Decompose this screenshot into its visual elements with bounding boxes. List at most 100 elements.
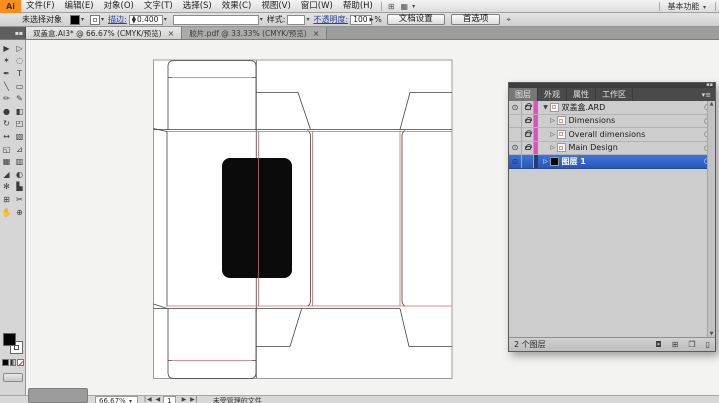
tool-line-segment[interactable]: ╲ — [0, 80, 13, 93]
tool-blob-brush[interactable]: ● — [0, 105, 13, 118]
visibility-toggle[interactable]: ⊙ — [509, 101, 522, 114]
bridge-icon[interactable]: ⊞ — [385, 2, 398, 11]
visibility-toggle[interactable]: ⊙ — [509, 128, 522, 141]
expand-arrow-icon[interactable]: ▼ — [542, 104, 550, 111]
arrange-documents-icon[interactable]: ▦ — [398, 2, 412, 11]
tool-artboard[interactable]: ⊞ — [0, 193, 13, 206]
layer-row[interactable]: ⊙ ▼ 双盖盒.ARD ○ — [509, 101, 715, 115]
expand-arrow-icon[interactable]: ▷ — [549, 144, 557, 151]
artboard-nav-prev[interactable]: |◀ ◀ — [144, 396, 161, 403]
tool-free-transform[interactable]: ▧ — [13, 130, 26, 143]
screen-mode-button[interactable] — [3, 373, 23, 382]
artboard-nav-input[interactable]: 1 — [163, 396, 175, 403]
gradient-mode-button[interactable] — [10, 359, 17, 366]
close-icon[interactable]: × — [313, 29, 320, 38]
opacity-stepper-icon[interactable]: ▶ — [370, 18, 374, 22]
variable-width-arrow-icon[interactable]: ▾ — [260, 16, 263, 23]
style-arrow-icon[interactable]: ▾ — [306, 16, 309, 23]
align-icon[interactable]: ⌖ — [503, 15, 514, 25]
stroke-color-swatch[interactable] — [90, 15, 100, 25]
stroke-weight-arrow-icon[interactable]: ▾ — [164, 16, 167, 23]
fill-color-swatch[interactable] — [70, 15, 80, 25]
tool-gradient[interactable]: ▥ — [13, 155, 26, 168]
zoom-level-select[interactable]: 66.67% ▾ — [95, 396, 138, 403]
layer-row[interactable]: ⊙ ▷ Dimensions ○ — [509, 115, 715, 129]
lock-toggle[interactable] — [522, 155, 534, 168]
fill-color-arrow-icon[interactable]: ▾ — [81, 16, 84, 23]
close-icon[interactable]: × — [168, 29, 175, 38]
document-setup-button[interactable]: 文档设置 — [387, 14, 445, 25]
tab-workspace[interactable]: 工作区 — [596, 88, 633, 101]
stroke-color-arrow-icon[interactable]: ▾ — [101, 16, 104, 23]
new-layer-button[interactable]: ❐ — [688, 340, 695, 349]
layer-row[interactable]: ⊙ ▷ Main Design ○ — [509, 142, 715, 156]
stroke-panel-link[interactable]: 描边: — [108, 14, 127, 25]
color-mode-button[interactable] — [2, 359, 9, 366]
menu-object[interactable]: 对象(O) — [99, 0, 139, 12]
tool-perspective-grid[interactable]: ⊿ — [13, 143, 26, 156]
visibility-toggle[interactable]: ⊙ — [509, 155, 522, 168]
tool-eyedropper[interactable]: ◢ — [0, 168, 13, 181]
tool-shape-builder[interactable]: ◱ — [0, 143, 13, 156]
new-sublayer-button[interactable]: ⊞ — [672, 340, 679, 349]
preferences-button[interactable]: 首选项 — [451, 14, 501, 25]
tool-eraser[interactable]: ◧ — [13, 105, 26, 118]
menu-file[interactable]: 文件(F) — [21, 0, 60, 12]
opacity-link[interactable]: 不透明度: — [313, 14, 348, 25]
tool-slice[interactable]: ✂ — [13, 193, 26, 206]
tab-layers[interactable]: 图层 — [509, 88, 538, 101]
fill-swatch[interactable] — [3, 333, 16, 346]
panel-menu-icon[interactable]: ▾≡ — [698, 88, 715, 101]
document-tab-inactive[interactable]: 胶片.pdf @ 33.33% (CMYK/预览) × — [182, 27, 327, 39]
artboard-nav-next[interactable]: ▶ ▶| — [182, 396, 199, 403]
panel-scrollbar[interactable]: ▲ ▼ — [707, 101, 715, 337]
opacity-input[interactable]: 100 ▶ — [350, 15, 372, 25]
tool-zoom[interactable]: ⊕ — [13, 206, 26, 219]
tool-lasso[interactable]: ◌ — [13, 55, 26, 68]
stroke-weight-stepper-icon[interactable]: ▲▼ — [132, 16, 136, 24]
tool-hand[interactable]: ✋ — [0, 206, 13, 219]
workspace-switcher[interactable]: 基本功能 ▾ — [663, 1, 712, 12]
tool-type[interactable]: T — [13, 67, 26, 80]
menu-view[interactable]: 视图(V) — [256, 0, 295, 12]
toolbar-collapse-button[interactable]: ▪▪ — [0, 27, 26, 39]
menu-help[interactable]: 帮助(H) — [338, 0, 378, 12]
tool-direct-selection[interactable]: ▷ — [13, 42, 26, 55]
lock-toggle[interactable] — [522, 101, 534, 114]
stroke-weight-input[interactable]: ▲▼ 0.400 — [129, 15, 163, 25]
make-clipping-mask-button[interactable]: ◘ — [655, 340, 661, 349]
document-tab-active[interactable]: 双盖盒.AI3* @ 66.67% (CMYK/预览) × — [26, 27, 182, 39]
tab-appearance[interactable]: 外观 — [538, 88, 567, 101]
tool-width[interactable]: ↔ — [0, 130, 13, 143]
tool-column-graph[interactable]: ▙ — [13, 181, 26, 194]
tool-symbol-sprayer[interactable]: ✻ — [0, 181, 13, 194]
tool-magic-wand[interactable]: ✶ — [0, 55, 13, 68]
layer-row[interactable]: ⊙ ▷ Overall dimensions ○ — [509, 128, 715, 142]
app-logo-icon[interactable]: Ai — [0, 0, 21, 13]
scroll-up-icon[interactable]: ▲ — [710, 101, 714, 107]
scroll-down-icon[interactable]: ▼ — [710, 331, 714, 337]
menu-type[interactable]: 文字(T) — [139, 0, 178, 12]
tool-rotate[interactable]: ↻ — [0, 118, 13, 131]
style-select[interactable] — [287, 15, 305, 25]
tool-blend[interactable]: ◐ — [13, 168, 26, 181]
tool-paintbrush[interactable]: ✏ — [0, 92, 13, 105]
menu-select[interactable]: 选择(S) — [178, 0, 217, 12]
expand-arrow-icon[interactable]: ▷ — [549, 131, 557, 138]
visibility-toggle[interactable]: ⊙ — [509, 142, 522, 155]
menu-edit[interactable]: 编辑(E) — [60, 0, 99, 12]
delete-layer-button[interactable]: ▯ — [706, 340, 710, 349]
screen-mode-flyout[interactable] — [28, 388, 88, 403]
tool-rectangle[interactable]: ▭ — [13, 80, 26, 93]
tool-pen[interactable]: ✒ — [0, 67, 13, 80]
expand-arrow-icon[interactable]: ▷ — [542, 158, 550, 165]
tool-scale[interactable]: ◰ — [13, 118, 26, 131]
layer-row[interactable]: ⊙ ▷ 图层 1 ○ — [509, 155, 715, 169]
tool-selection[interactable]: ▶ — [0, 42, 13, 55]
variable-width-profile-select[interactable] — [173, 15, 259, 25]
tool-mesh[interactable]: ▦ — [0, 155, 13, 168]
none-mode-button[interactable] — [17, 359, 24, 366]
menu-window[interactable]: 窗口(W) — [296, 0, 338, 12]
menu-effect[interactable]: 效果(C) — [217, 0, 257, 12]
lock-toggle[interactable] — [522, 115, 534, 128]
